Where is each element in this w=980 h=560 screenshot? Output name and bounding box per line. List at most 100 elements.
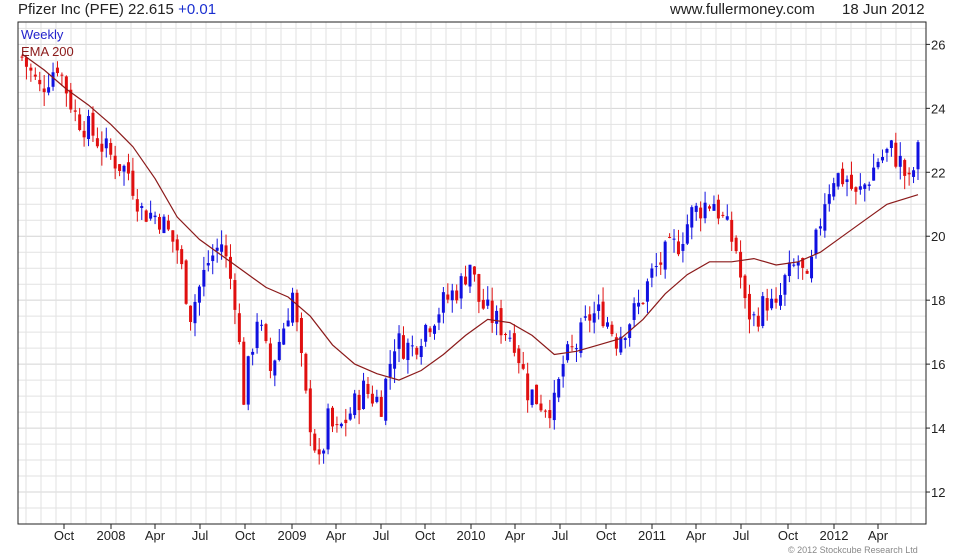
candle [131, 157, 135, 200]
candle [42, 75, 46, 107]
x-tick-label: Oct [596, 528, 617, 543]
candle [171, 230, 175, 253]
candle [557, 377, 561, 403]
candle [867, 181, 871, 191]
candle [33, 67, 37, 81]
candle [184, 259, 188, 305]
candle [326, 403, 330, 455]
candle [898, 142, 902, 180]
candle [552, 380, 556, 430]
candles [20, 54, 920, 465]
candle [521, 351, 525, 371]
x-tick-label: Oct [235, 528, 256, 543]
candle [140, 202, 144, 220]
candle [362, 372, 366, 410]
candle [237, 303, 241, 345]
candle [122, 164, 126, 186]
candle [601, 287, 605, 328]
candle [95, 127, 99, 149]
candle [339, 422, 343, 429]
candle [202, 256, 206, 297]
candle [197, 284, 201, 316]
candle [397, 325, 401, 363]
candle [264, 322, 268, 344]
candle [770, 288, 774, 311]
candle [424, 323, 428, 347]
candle [299, 312, 303, 367]
chart-date: 18 Jun 2012 [842, 1, 925, 18]
candle [384, 377, 388, 426]
candle [539, 394, 543, 413]
x-tick-label: Apr [505, 528, 526, 543]
candle [681, 232, 685, 263]
y-tick-label: 14 [931, 421, 945, 436]
candle [841, 162, 845, 187]
candle [388, 350, 392, 390]
candle [783, 273, 787, 306]
candle [574, 343, 578, 363]
candle [708, 204, 712, 212]
candle [787, 250, 791, 283]
candle [756, 307, 760, 332]
candle [144, 209, 148, 223]
candle [82, 121, 86, 147]
candle [592, 301, 596, 334]
candle [836, 172, 840, 190]
candle [823, 193, 827, 238]
candle [676, 229, 680, 257]
x-tick-label: Jul [552, 528, 569, 543]
candle [752, 311, 756, 327]
y-axis: 12 14 16 18 20 22 24 26 [926, 37, 945, 500]
candle [304, 352, 308, 394]
candle [637, 289, 641, 315]
candle [189, 305, 193, 331]
candle [433, 324, 437, 340]
chart-title: Pfizer Inc (PFE) 22.615 +0.01 [18, 1, 216, 18]
candle [153, 211, 157, 225]
candle [774, 287, 778, 309]
candle [503, 332, 507, 341]
legend-ema-200: EMA 200 [21, 44, 74, 59]
y-tick-label: 26 [931, 37, 945, 52]
candle [481, 288, 485, 310]
candle [845, 175, 849, 197]
candle [78, 107, 82, 132]
candle [641, 301, 645, 305]
x-tick-label: Jul [733, 528, 750, 543]
candle [721, 211, 725, 218]
candle [401, 326, 405, 360]
candle [246, 355, 250, 411]
x-tick-label: 2012 [820, 528, 849, 543]
candle [273, 359, 277, 387]
candle [486, 286, 490, 310]
price-change: +0.01 [178, 1, 217, 18]
x-tick-label: 2010 [457, 528, 486, 543]
candle [450, 283, 454, 313]
candle [313, 429, 317, 453]
candle [348, 407, 352, 421]
candle [379, 390, 383, 417]
candle [468, 264, 472, 293]
y-tick-label: 22 [931, 165, 945, 180]
candle [472, 266, 476, 282]
candle [286, 308, 290, 327]
candle [903, 158, 907, 190]
candle [832, 177, 836, 201]
candle [650, 263, 654, 288]
y-tick-label: 12 [931, 485, 945, 500]
x-tick-label: 2011 [638, 528, 666, 543]
candle [778, 282, 782, 310]
candle [322, 448, 326, 464]
candle [889, 139, 893, 157]
candle [703, 191, 707, 224]
candle [628, 323, 632, 347]
candle [645, 278, 649, 314]
candle [104, 127, 108, 158]
candle [242, 337, 246, 406]
candle [406, 338, 410, 374]
candle [64, 75, 68, 107]
candle [166, 214, 170, 232]
candle [441, 286, 445, 324]
y-tick-label: 24 [931, 101, 945, 116]
x-tick-label: Apr [145, 528, 166, 543]
